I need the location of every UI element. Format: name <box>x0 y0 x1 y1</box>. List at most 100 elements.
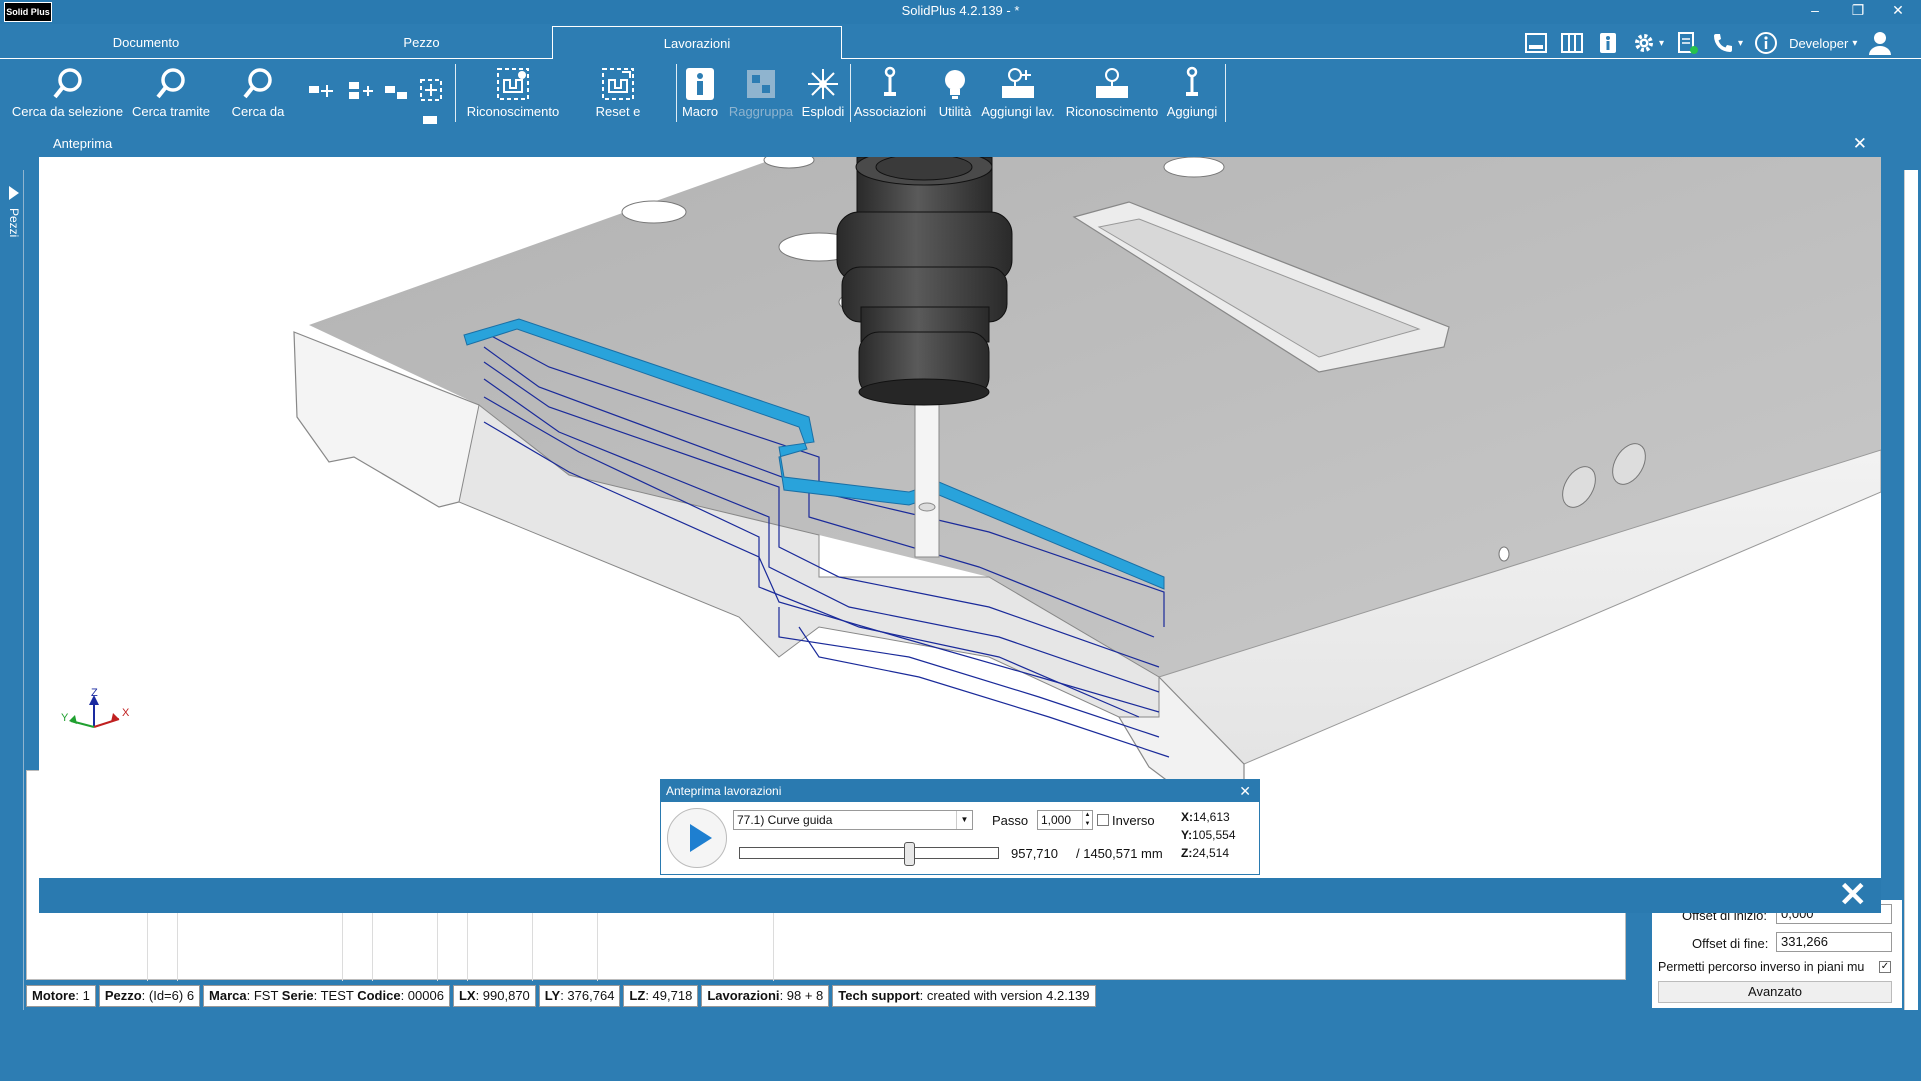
inverso-checkbox[interactable] <box>1097 814 1109 826</box>
offset-fine-label: Offset di fine: <box>1692 936 1769 951</box>
coord-y: Y:105,554 <box>1181 828 1236 842</box>
lightbulb-icon <box>945 70 965 99</box>
offset-fine-field[interactable]: 331,266 <box>1776 932 1892 952</box>
riconoscimento-button[interactable]: Riconoscimento <box>458 64 568 119</box>
expand-arrow-icon[interactable] <box>9 186 19 200</box>
axis-x-label: X <box>122 707 130 719</box>
recognition-icon <box>497 68 529 100</box>
reset-button[interactable]: Reset e <box>578 64 658 119</box>
aggiungi-lav-label: Aggiungi lav. <box>981 104 1055 119</box>
info-icon[interactable] <box>1595 30 1621 56</box>
title-bar: Solid Plus SolidPlus 4.2.139 - * – ❐ ✕ <box>0 0 1921 24</box>
utilita-button[interactable]: Utilità <box>935 64 975 119</box>
machining-dialog-title: Anteprima lavorazioni <box>666 784 782 798</box>
tab-pezzo[interactable]: Pezzo <box>358 26 485 59</box>
chevron-down-icon[interactable]: ▼ <box>956 811 972 829</box>
spindle <box>836 157 1013 406</box>
tool-tip <box>918 502 936 512</box>
slider-thumb[interactable] <box>904 842 915 866</box>
part-3d-view <box>293 157 1881 808</box>
3d-viewport[interactable]: Z X Y <box>39 157 1881 878</box>
selection-tools-icon <box>309 79 442 124</box>
ribbon-separator <box>1225 64 1226 122</box>
cerca-selezione-label: Cerca da selezione <box>11 104 124 119</box>
search-icon <box>52 68 82 99</box>
operation-select[interactable]: 77.1) Curve guida ▼ <box>733 810 973 830</box>
columns-icon[interactable] <box>1559 30 1585 56</box>
status-ly: LY: 376,764 <box>538 985 621 1007</box>
report-icon[interactable] <box>1674 30 1700 56</box>
layout-icon[interactable] <box>1523 30 1549 56</box>
passo-value: 1,000 <box>1041 813 1072 827</box>
close-preview-big-icon[interactable]: ✕ <box>1839 878 1868 912</box>
macro-label: Macro <box>681 104 719 119</box>
esplodi-button[interactable]: Esplodi <box>800 64 846 119</box>
passo-stepper[interactable]: 1,000 ▲ ▼ <box>1037 810 1093 830</box>
user-avatar-icon[interactable] <box>1867 30 1893 56</box>
cerca-da-label: Cerca da <box>231 104 285 119</box>
stepper-arrows-icon[interactable]: ▲ ▼ <box>1082 811 1092 829</box>
restore-button[interactable]: ❐ <box>1838 0 1878 22</box>
tab-documento[interactable]: Documento <box>75 26 217 59</box>
cerca-tramite-button[interactable]: Cerca tramite <box>130 64 212 119</box>
minimize-button[interactable]: – <box>1795 0 1835 22</box>
status-bar: Motore: 1 Pezzo: (Id=6) 6 Marca: FST Ser… <box>26 985 1096 1007</box>
gear-icon[interactable] <box>1631 30 1657 56</box>
tab-underline-right <box>842 58 1921 59</box>
associazioni-button[interactable]: Associazioni <box>853 64 927 119</box>
macro-button[interactable]: Macro <box>680 64 720 119</box>
header-tools: ▾ ▾ Developer ▾ <box>1523 28 1893 58</box>
status-tech: Tech support: created with version 4.2.1… <box>832 985 1096 1007</box>
reset-label: Reset e <box>595 104 641 119</box>
avanzato-button[interactable]: Avanzato <box>1658 981 1892 1003</box>
right-scrollbar[interactable] <box>1904 170 1918 1010</box>
cerca-selezione-button[interactable]: Cerca da selezione <box>10 64 125 119</box>
axis-y-label: Y <box>61 712 69 724</box>
user-name[interactable]: Developer <box>1789 36 1848 51</box>
axis-z-label: Z <box>91 687 98 699</box>
permetti-checkbox[interactable]: ✓ <box>1879 961 1891 973</box>
phone-dropdown[interactable]: ▾ <box>1738 38 1743 49</box>
preview-footer: ✕ <box>39 878 1881 913</box>
play-button[interactable] <box>667 808 727 868</box>
phone-icon[interactable] <box>1710 30 1736 56</box>
hole <box>621 200 687 224</box>
pezzi-side-tab[interactable]: Pezzi <box>4 170 24 1010</box>
preview-close-button[interactable]: ✕ <box>1853 130 1867 157</box>
ribbon-separator <box>455 64 456 122</box>
riconoscimento-label: Riconoscimento <box>466 104 560 119</box>
selection-tools-group <box>305 64 455 127</box>
operation-select-value: 77.1) Curve guida <box>737 813 833 827</box>
search-icon <box>156 68 185 99</box>
side-hole <box>1498 546 1510 562</box>
gear-dropdown[interactable]: ▾ <box>1659 38 1664 49</box>
aggiungi-button[interactable]: Aggiungi <box>1162 64 1222 119</box>
coord-z: Z:24,514 <box>1181 846 1230 860</box>
close-window-button[interactable]: ✕ <box>1878 0 1918 22</box>
user-dropdown[interactable]: ▾ <box>1852 38 1857 49</box>
about-icon[interactable] <box>1753 30 1779 56</box>
machining-preview-dialog: Anteprima lavorazioni ✕ 77.1) Curve guid… <box>660 779 1260 875</box>
recognition-tool-icon <box>1096 68 1128 98</box>
progress-slider[interactable] <box>739 842 999 866</box>
preview-title: Anteprima <box>53 136 113 151</box>
coord-x: X:14,613 <box>1181 810 1230 824</box>
preview-header: Anteprima ✕ <box>39 130 1881 157</box>
tab-lavorazioni[interactable]: Lavorazioni <box>552 26 842 59</box>
reset-icon <box>602 68 634 100</box>
window-title: SolidPlus 4.2.139 - * <box>901 3 1020 18</box>
utilita-label: Utilità <box>938 104 972 119</box>
cerca-da-button[interactable]: Cerca da <box>228 64 288 119</box>
status-lz: LZ: 49,718 <box>623 985 699 1007</box>
ribbon-separator <box>850 64 851 122</box>
hole <box>1163 157 1225 178</box>
riconoscimento2-button[interactable]: Riconoscimento <box>1062 64 1162 119</box>
aggiungi-lav-button[interactable]: Aggiungi lav. <box>978 64 1058 119</box>
raggruppa-button[interactable]: Raggruppa <box>728 64 794 119</box>
position-value: 957,710 <box>1011 846 1058 861</box>
status-marca: Marca: FST Serie: TEST Codice: 00006 <box>203 985 450 1007</box>
machining-dialog-close-button[interactable]: ✕ <box>1239 780 1251 802</box>
status-lavorazioni: Lavorazioni: 98 + 8 <box>701 985 830 1007</box>
add-machining-icon <box>1002 68 1034 98</box>
cerca-tramite-label: Cerca tramite <box>131 104 211 119</box>
